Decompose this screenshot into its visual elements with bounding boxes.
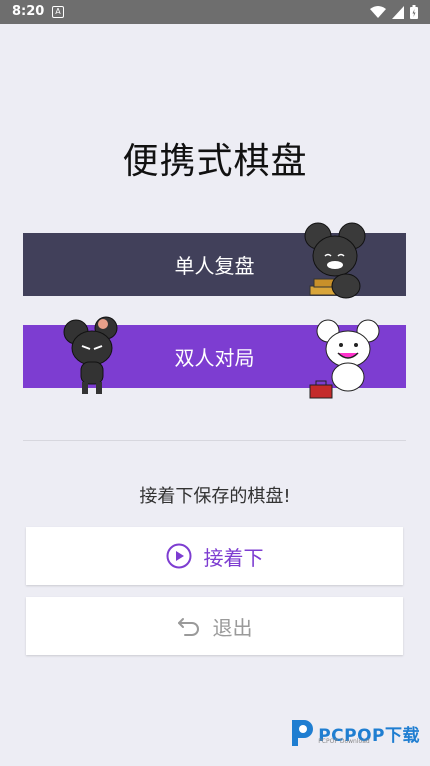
saved-board-hint: 接着下保存的棋盘! xyxy=(139,486,291,507)
exit-label: 退出 xyxy=(212,615,253,640)
status-time: 8:20 xyxy=(12,4,45,19)
mouse-desk-icon xyxy=(304,222,366,299)
wifi-icon xyxy=(370,5,386,18)
section-divider xyxy=(23,440,406,441)
signal-icon xyxy=(392,5,404,19)
battery-icon xyxy=(410,5,418,19)
black-mouse-icon xyxy=(63,316,118,394)
play-circle-icon xyxy=(166,543,191,569)
page-title: 便携式棋盘 xyxy=(122,141,308,182)
pcpop-watermark: PCPOP下载 PCPOP Download xyxy=(288,718,420,748)
status-icons xyxy=(370,5,418,19)
undo-arrow-icon xyxy=(177,618,199,636)
watermark-sub: PCPOP Download xyxy=(318,738,370,745)
white-mouse-icon xyxy=(309,319,380,399)
double-match-label: 双人对局 xyxy=(174,346,255,370)
continue-button[interactable]: 接着下 xyxy=(26,527,403,585)
single-review-label: 单人复盘 xyxy=(174,254,255,278)
continue-label: 接着下 xyxy=(203,545,264,570)
app-screen: 便携式棋盘 单人复盘 双人对局 接着下保存的棋盘! 接着下 退出 PCPOP下载… xyxy=(0,24,430,766)
notification-icon: A xyxy=(52,6,64,18)
exit-button[interactable]: 退出 xyxy=(26,597,403,655)
status-bar: 8:20 A xyxy=(0,0,430,24)
pcpop-logo-icon xyxy=(292,720,314,746)
